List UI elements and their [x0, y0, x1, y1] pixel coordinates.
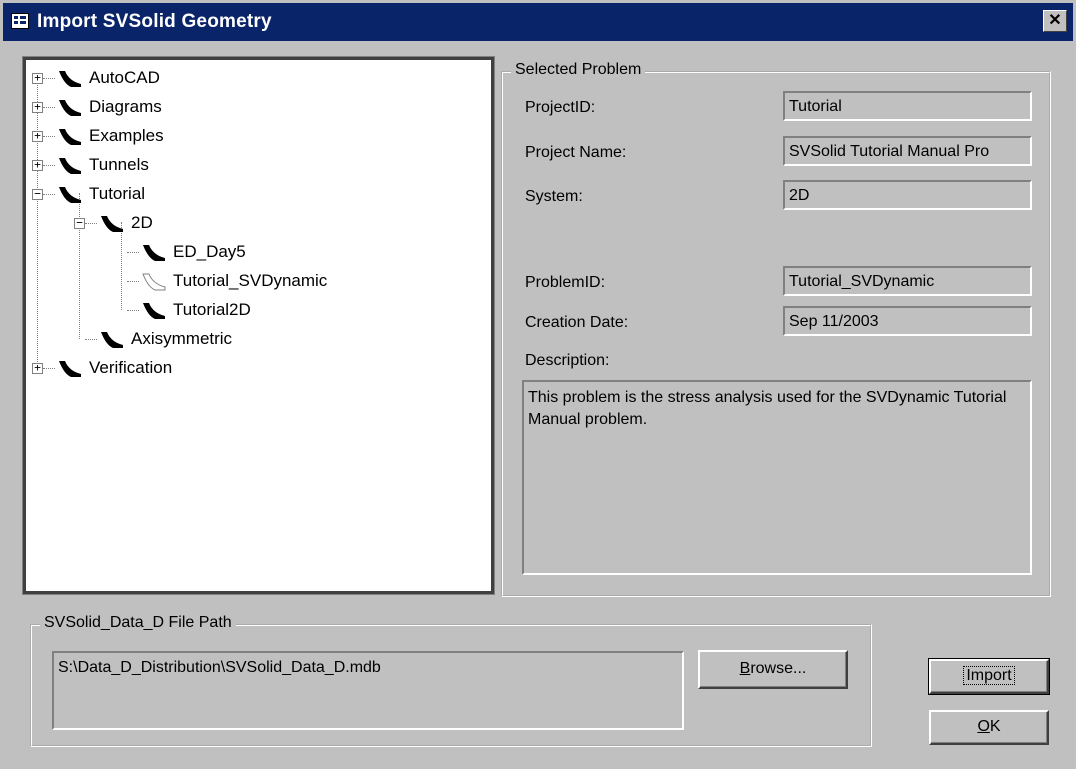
import-dialog: Import SVSolid Geometry ✕ + AutoCAD + Diagr… [0, 0, 1076, 769]
selected-problem-legend: Selected Problem [511, 61, 646, 79]
title-bar[interactable]: Import SVSolid Geometry ✕ [3, 3, 1073, 41]
problem-id-field[interactable]: Tutorial_SVDynamic [783, 266, 1032, 296]
tree-node[interactable]: + Diagrams [32, 93, 162, 121]
tree-connector-line [43, 367, 55, 369]
project-tree[interactable]: + AutoCAD + Diagrams + Examples + Tunnels − Tutor… [22, 56, 495, 595]
tree-node[interactable]: − Tutorial [32, 180, 145, 208]
tree-connector-line [127, 251, 139, 253]
tree-connector-line [85, 222, 97, 224]
expand-icon[interactable]: + [32, 159, 43, 171]
slope-icon [59, 187, 81, 203]
tree-connector-line [43, 135, 55, 137]
ok-label: K [989, 718, 1001, 735]
tree-node-label: Tunnels [89, 155, 149, 174]
import-button[interactable]: Import [928, 658, 1050, 695]
collapse-icon[interactable]: − [74, 217, 85, 229]
tree-connector-line [127, 309, 139, 311]
tree-node-label: AutoCAD [89, 68, 160, 87]
expand-icon[interactable]: + [32, 362, 43, 374]
form-icon[interactable] [11, 13, 29, 29]
browse-button[interactable]: Browse... [698, 650, 848, 689]
tree-node[interactable]: ED_Day5 [116, 238, 246, 266]
tree-node-label: Tutorial_SVDynamic [173, 271, 328, 290]
slope-icon [59, 158, 81, 174]
tree-connector-line [43, 77, 55, 79]
system-field[interactable]: 2D [783, 180, 1032, 210]
tree-node[interactable]: Tutorial2D [116, 296, 251, 324]
slope-icon [59, 361, 81, 377]
browse-label-accel: B [739, 660, 751, 677]
project-name-label: Project Name: [525, 144, 627, 161]
project-id-field[interactable]: Tutorial [783, 91, 1032, 121]
expand-icon[interactable]: + [32, 72, 43, 84]
close-icon: ✕ [1048, 12, 1062, 29]
slope-icon [101, 216, 123, 232]
slope-icon [59, 71, 81, 87]
browse-label: rowse... [750, 660, 807, 677]
description-field[interactable]: This problem is the stress analysis used… [522, 380, 1032, 575]
slope-icon [142, 273, 166, 291]
file-path-field[interactable]: S:\Data_D_Distribution\SVSolid_Data_D.md… [52, 651, 684, 730]
tree-connector-line [43, 164, 55, 166]
tree-node[interactable]: + AutoCAD [32, 64, 160, 92]
tree-node[interactable]: Tutorial_SVDynamic [116, 267, 327, 295]
window-title: Import SVSolid Geometry [37, 11, 272, 32]
import-label: Import [963, 666, 1015, 685]
tree-connector-line [127, 280, 139, 282]
tree-node-label: Tutorial2D [173, 300, 251, 319]
slope-icon [143, 245, 165, 261]
file-path-legend: SVSolid_Data_D File Path [40, 614, 236, 632]
expand-icon[interactable]: + [32, 130, 43, 142]
ok-button[interactable]: OK [929, 710, 1049, 745]
tree-node-label: Verification [89, 358, 173, 377]
project-name-field[interactable]: SVSolid Tutorial Manual Pro [783, 136, 1032, 166]
system-label: System: [525, 188, 583, 205]
tree-node-label: Diagrams [89, 97, 162, 116]
tree-connector-line [43, 106, 55, 108]
tree-connector-line [43, 193, 55, 195]
slope-icon [101, 332, 123, 348]
tree-node-label: Axisymmetric [131, 329, 233, 348]
tree-node-label: ED_Day5 [173, 242, 246, 261]
tree-node[interactable]: − 2D [74, 209, 153, 237]
expand-icon[interactable]: + [32, 101, 43, 113]
close-button[interactable]: ✕ [1043, 10, 1067, 32]
tree-node-label: 2D [131, 213, 153, 232]
collapse-icon[interactable]: − [32, 188, 43, 200]
problem-id-label: ProblemID: [525, 274, 606, 291]
ok-label-accel: O [977, 718, 990, 735]
tree-connector-line [85, 338, 97, 340]
creation-date-field[interactable]: Sep 11/2003 [783, 306, 1032, 336]
tree-node[interactable]: + Examples [32, 122, 164, 150]
tree-node[interactable]: Axisymmetric [74, 325, 232, 353]
slope-icon [143, 303, 165, 319]
creation-date-label: Creation Date: [525, 314, 629, 331]
slope-icon [59, 100, 81, 116]
tree-node[interactable]: + Tunnels [32, 151, 149, 179]
project-id-label: ProjectID: [525, 99, 596, 116]
tree-node-label: Tutorial [89, 184, 146, 203]
slope-icon [59, 129, 81, 145]
tree-node[interactable]: + Verification [32, 354, 172, 382]
description-label: Description: [525, 352, 610, 369]
tree-node-label: Examples [89, 126, 164, 145]
